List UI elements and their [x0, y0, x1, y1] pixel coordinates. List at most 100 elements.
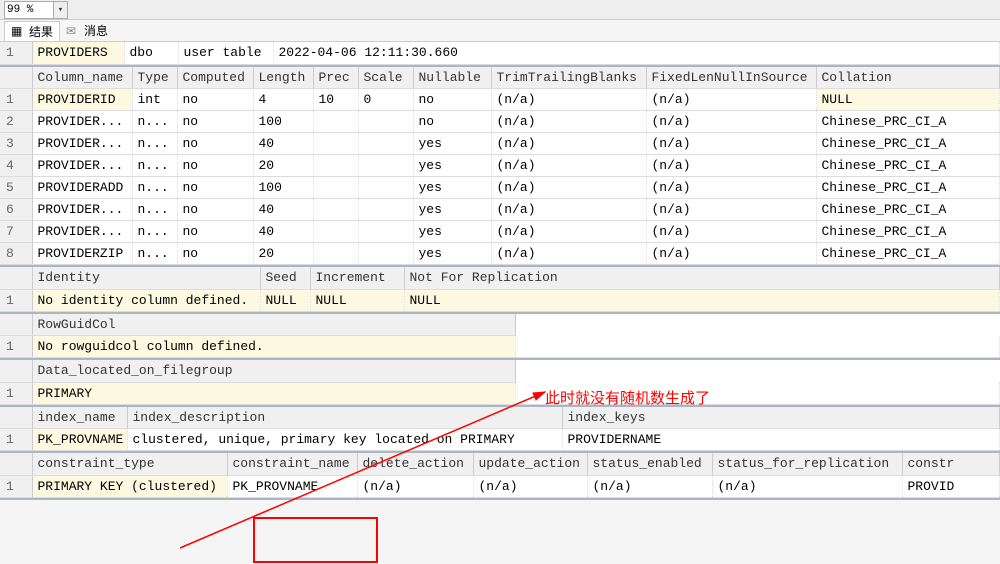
computed-cell[interactable]: no: [177, 133, 253, 155]
owner-cell[interactable]: dbo: [124, 42, 178, 64]
length-cell[interactable]: 100: [253, 111, 313, 133]
chevron-down-icon[interactable]: ▾: [54, 1, 68, 19]
col-header[interactable]: index_name: [32, 407, 127, 429]
prec-cell[interactable]: 10: [313, 89, 358, 111]
scale-cell[interactable]: [358, 133, 413, 155]
col-header[interactable]: Type: [132, 67, 177, 89]
constraint-update[interactable]: (n/a): [473, 475, 587, 497]
computed-cell[interactable]: no: [177, 177, 253, 199]
fixed-cell[interactable]: (n/a): [646, 243, 816, 265]
constraint-name[interactable]: PK_PROVNAME: [227, 475, 357, 497]
nullable-cell[interactable]: yes: [413, 221, 491, 243]
identity-value[interactable]: No identity column defined.: [32, 289, 260, 311]
collation-cell[interactable]: Chinese_PRC_CI_A: [816, 111, 1000, 133]
type-cell[interactable]: n...: [132, 243, 177, 265]
col-header[interactable]: RowGuidCol: [32, 314, 516, 336]
created-cell[interactable]: 2022-04-06 12:11:30.660: [273, 42, 1000, 64]
table-name-cell[interactable]: PROVIDERS: [32, 42, 124, 64]
type-cell[interactable]: n...: [132, 199, 177, 221]
colname-cell[interactable]: PROVIDER...: [32, 199, 132, 221]
fixed-cell[interactable]: (n/a): [646, 89, 816, 111]
colname-cell[interactable]: PROVIDER...: [32, 111, 132, 133]
col-header[interactable]: Scale: [358, 67, 413, 89]
trim-cell[interactable]: (n/a): [491, 111, 646, 133]
constraint-repl[interactable]: (n/a): [712, 475, 902, 497]
col-header[interactable]: status_enabled: [587, 453, 712, 475]
col-header[interactable]: Nullable: [413, 67, 491, 89]
length-cell[interactable]: 20: [253, 155, 313, 177]
constraint-delete[interactable]: (n/a): [357, 475, 473, 497]
colname-cell[interactable]: PROVIDER...: [32, 221, 132, 243]
length-cell[interactable]: 40: [253, 199, 313, 221]
collation-cell[interactable]: Chinese_PRC_CI_A: [816, 155, 1000, 177]
trim-cell[interactable]: (n/a): [491, 155, 646, 177]
scale-cell[interactable]: [358, 243, 413, 265]
colname-cell[interactable]: PROVIDERID: [32, 89, 132, 111]
col-header[interactable]: update_action: [473, 453, 587, 475]
trim-cell[interactable]: (n/a): [491, 177, 646, 199]
col-header[interactable]: constr: [902, 453, 1000, 475]
colname-cell[interactable]: PROVIDER...: [32, 155, 132, 177]
prec-cell[interactable]: [313, 243, 358, 265]
computed-cell[interactable]: no: [177, 199, 253, 221]
index-desc[interactable]: clustered, unique, primary key located o…: [127, 429, 562, 451]
col-header[interactable]: constraint_name: [227, 453, 357, 475]
trim-cell[interactable]: (n/a): [491, 89, 646, 111]
trim-cell[interactable]: (n/a): [491, 133, 646, 155]
scale-cell[interactable]: [358, 199, 413, 221]
col-header[interactable]: Identity: [32, 267, 260, 289]
type-cell[interactable]: n...: [132, 133, 177, 155]
colname-cell[interactable]: PROVIDERZIP: [32, 243, 132, 265]
prec-cell[interactable]: [313, 155, 358, 177]
col-header[interactable]: Computed: [177, 67, 253, 89]
type-cell[interactable]: user table: [178, 42, 273, 64]
constraint-enabled[interactable]: (n/a): [587, 475, 712, 497]
collation-cell[interactable]: NULL: [816, 89, 1000, 111]
nullable-cell[interactable]: yes: [413, 133, 491, 155]
trim-cell[interactable]: (n/a): [491, 221, 646, 243]
col-header[interactable]: Not For Replication: [404, 267, 1000, 289]
col-header[interactable]: index_description: [127, 407, 562, 429]
scale-cell[interactable]: 0: [358, 89, 413, 111]
filegroup-value[interactable]: PRIMARY: [32, 382, 516, 404]
constraint-type[interactable]: PRIMARY KEY (clustered): [32, 475, 227, 497]
type-cell[interactable]: n...: [132, 177, 177, 199]
nullable-cell[interactable]: yes: [413, 155, 491, 177]
collation-cell[interactable]: Chinese_PRC_CI_A: [816, 243, 1000, 265]
prec-cell[interactable]: [313, 199, 358, 221]
length-cell[interactable]: 100: [253, 177, 313, 199]
col-header[interactable]: Data_located_on_filegroup: [32, 360, 516, 382]
trim-cell[interactable]: (n/a): [491, 243, 646, 265]
collation-cell[interactable]: Chinese_PRC_CI_A: [816, 133, 1000, 155]
type-cell[interactable]: n...: [132, 111, 177, 133]
prec-cell[interactable]: [313, 221, 358, 243]
nullable-cell[interactable]: yes: [413, 177, 491, 199]
prec-cell[interactable]: [313, 111, 358, 133]
computed-cell[interactable]: no: [177, 111, 253, 133]
length-cell[interactable]: 40: [253, 221, 313, 243]
col-header[interactable]: Length: [253, 67, 313, 89]
collation-cell[interactable]: Chinese_PRC_CI_A: [816, 199, 1000, 221]
tab-results[interactable]: ▦ 结果: [4, 21, 60, 41]
collation-cell[interactable]: Chinese_PRC_CI_A: [816, 221, 1000, 243]
constraint-keys[interactable]: PROVID: [902, 475, 1000, 497]
col-header[interactable]: Prec: [313, 67, 358, 89]
fixed-cell[interactable]: (n/a): [646, 133, 816, 155]
trim-cell[interactable]: (n/a): [491, 199, 646, 221]
col-header[interactable]: TrimTrailingBlanks: [491, 67, 646, 89]
tab-messages[interactable]: ✉ 消息: [60, 21, 114, 41]
fixed-cell[interactable]: (n/a): [646, 155, 816, 177]
collation-cell[interactable]: Chinese_PRC_CI_A: [816, 177, 1000, 199]
col-header[interactable]: status_for_replication: [712, 453, 902, 475]
fixed-cell[interactable]: (n/a): [646, 199, 816, 221]
type-cell[interactable]: n...: [132, 221, 177, 243]
zoom-input[interactable]: [4, 1, 54, 19]
rowguid-value[interactable]: No rowguidcol column defined.: [32, 336, 516, 358]
colname-cell[interactable]: PROVIDERADD: [32, 177, 132, 199]
col-header[interactable]: Collation: [816, 67, 1000, 89]
col-header[interactable]: FixedLenNullInSource: [646, 67, 816, 89]
scale-cell[interactable]: [358, 221, 413, 243]
index-name[interactable]: PK_PROVNAME: [32, 429, 127, 451]
seed-value[interactable]: NULL: [260, 289, 310, 311]
scale-cell[interactable]: [358, 177, 413, 199]
